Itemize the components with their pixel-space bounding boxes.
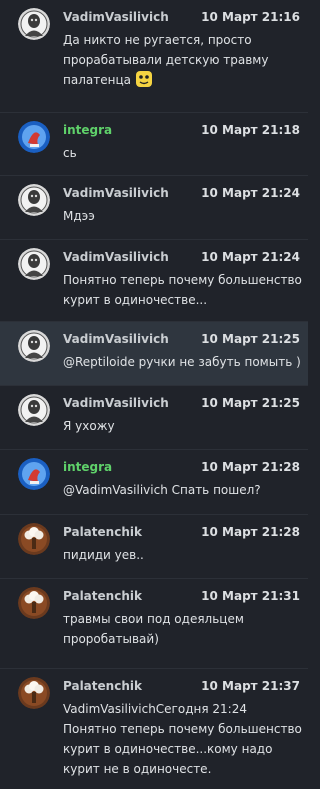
message-timestamp: 10 Март 21:31 <box>201 589 300 603</box>
message-text: Да никто не ругается, просто прорабатыва… <box>63 30 302 90</box>
avatar-vadim[interactable] <box>18 394 50 426</box>
message-author[interactable]: Palatenchik <box>63 525 142 539</box>
chat-message[interactable]: VadimVasilivich 10 Март 21:16 Да никто н… <box>0 0 308 113</box>
avatar-palatenchik[interactable] <box>18 677 50 709</box>
chat-message[interactable]: VadimVasilivich 10 Март 21:25 Я ухожу <box>0 386 308 450</box>
chat-message[interactable]: Palatenchik 10 Март 21:37 VadimVasilivic… <box>0 669 308 789</box>
message-timestamp: 10 Март 21:28 <box>201 460 300 474</box>
message-text: сь <box>63 146 77 160</box>
message-author[interactable]: Palatenchik <box>63 589 142 603</box>
avatar-vadim[interactable] <box>18 8 50 40</box>
chat-message[interactable]: Palatenchik 10 Март 21:31 травмы свои по… <box>0 579 308 669</box>
message-text: Я ухожу <box>63 419 115 433</box>
message-text: @VadimVasilivich Спать пошел? <box>63 483 261 497</box>
avatar-integra[interactable] <box>18 458 50 490</box>
message-text-content: Да никто не ругается, просто прорабатыва… <box>63 33 269 87</box>
chat-message[interactable]: integra 10 Март 21:28 @VadimVasilivich С… <box>0 450 308 515</box>
sticker-emoji-icon <box>135 70 153 88</box>
message-timestamp: 10 Март 21:24 <box>201 186 300 200</box>
message-author[interactable]: VadimVasilivich <box>63 332 169 346</box>
chat-message[interactable]: integra 10 Март 21:18 сь <box>0 113 308 176</box>
chat-message[interactable]: VadimVasilivich 10 Март 21:24 Понятно те… <box>0 240 308 322</box>
chat-message-list: VadimVasilivich 10 Март 21:16 Да никто н… <box>0 0 308 789</box>
avatar-vadim[interactable] <box>18 184 50 216</box>
message-timestamp: 10 Март 21:37 <box>201 679 300 693</box>
message-text: Понятно теперь почему большенство курит … <box>63 273 302 307</box>
avatar-vadim[interactable] <box>18 248 50 280</box>
message-timestamp: 10 Март 21:18 <box>201 123 300 137</box>
avatar-integra[interactable] <box>18 121 50 153</box>
avatar-palatenchik[interactable] <box>18 587 50 619</box>
message-author[interactable]: Palatenchik <box>63 679 142 693</box>
message-text: травмы свои под одеяльцем проробатывай) <box>63 612 244 646</box>
message-text: @Reptiloide ручки не забуть помыть ) <box>63 355 301 369</box>
chat-message[interactable]: VadimVasilivich 10 Март 21:25 @Reptiloid… <box>0 322 308 386</box>
message-author[interactable]: VadimVasilivich <box>63 10 169 24</box>
message-timestamp: 10 Март 21:24 <box>201 250 300 264</box>
message-timestamp: 10 Март 21:16 <box>201 10 300 24</box>
avatar-vadim[interactable] <box>18 330 50 362</box>
message-author[interactable]: integra <box>63 123 112 137</box>
message-text: Мдээ <box>63 209 95 223</box>
message-timestamp: 10 Март 21:25 <box>201 332 300 346</box>
message-text: пидиди уев.. <box>63 548 144 562</box>
chat-message[interactable]: Palatenchik 10 Март 21:28 пидиди уев.. <box>0 515 308 579</box>
message-text: VadimVasilivichСегодня 21:24 Понятно теп… <box>63 702 302 776</box>
message-author[interactable]: VadimVasilivich <box>63 396 169 410</box>
message-timestamp: 10 Март 21:25 <box>201 396 300 410</box>
message-author[interactable]: integra <box>63 460 112 474</box>
chat-message[interactable]: VadimVasilivich 10 Март 21:24 Мдээ <box>0 176 308 240</box>
message-timestamp: 10 Март 21:28 <box>201 525 300 539</box>
message-author[interactable]: VadimVasilivich <box>63 250 169 264</box>
avatar-palatenchik[interactable] <box>18 523 50 555</box>
message-author[interactable]: VadimVasilivich <box>63 186 169 200</box>
